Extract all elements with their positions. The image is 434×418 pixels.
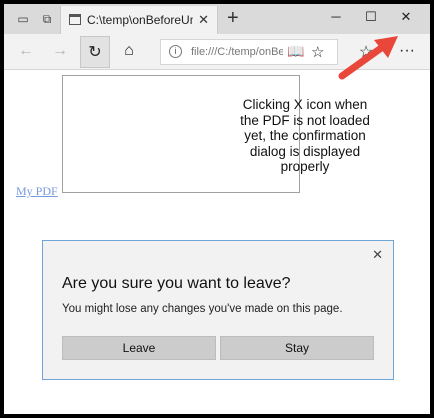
- page-icon: [69, 14, 81, 25]
- my-pdf-link[interactable]: My PDF: [16, 184, 58, 199]
- address-url[interactable]: file:///C:/temp/onBe: [191, 46, 283, 58]
- stay-button[interactable]: Stay: [220, 336, 374, 360]
- tab-title: C:\temp\onBeforeUnloa: [87, 13, 193, 27]
- tab-aside-icon[interactable]: ⧉: [38, 10, 56, 28]
- dialog-close-icon[interactable]: ✕: [372, 247, 383, 263]
- site-info-icon[interactable]: i: [169, 45, 182, 58]
- reading-view-icon[interactable]: 📖: [287, 43, 304, 60]
- forward-button[interactable]: →: [50, 42, 70, 60]
- new-tab-button[interactable]: +: [227, 7, 239, 30]
- refresh-icon[interactable]: ↻: [85, 42, 105, 62]
- leave-button[interactable]: Leave: [62, 336, 216, 360]
- address-bar[interactable]: i file:///C:/temp/onBe 📖 ☆: [160, 39, 338, 65]
- minimize-button[interactable]: ─: [326, 9, 346, 24]
- dialog-title: Are you sure you want to leave?: [62, 275, 291, 292]
- tab-close-icon[interactable]: ✕: [198, 12, 209, 28]
- red-arrow-annotation: [338, 36, 398, 80]
- favorite-star-icon[interactable]: ☆: [311, 43, 324, 61]
- maximize-button[interactable]: ☐: [361, 9, 381, 25]
- close-window-button[interactable]: ✕: [396, 9, 416, 25]
- tab-preview-icon[interactable]: ▭: [14, 10, 32, 28]
- leave-confirmation-dialog: ✕ Are you sure you want to leave? You mi…: [42, 240, 394, 380]
- back-button[interactable]: ←: [16, 42, 36, 60]
- annotation-text: Clicking X icon when the PDF is not load…: [240, 97, 370, 174]
- dialog-message: You might lose any changes you've made o…: [62, 303, 343, 315]
- home-icon[interactable]: ⌂: [119, 42, 139, 60]
- tab-onbeforeunload[interactable]: C:\temp\onBeforeUnloa ✕: [60, 6, 218, 34]
- screenshot-frame: ▭ ⧉ C:\temp\onBeforeUnloa ✕ + ─ ☐ ✕ ← → …: [0, 0, 434, 418]
